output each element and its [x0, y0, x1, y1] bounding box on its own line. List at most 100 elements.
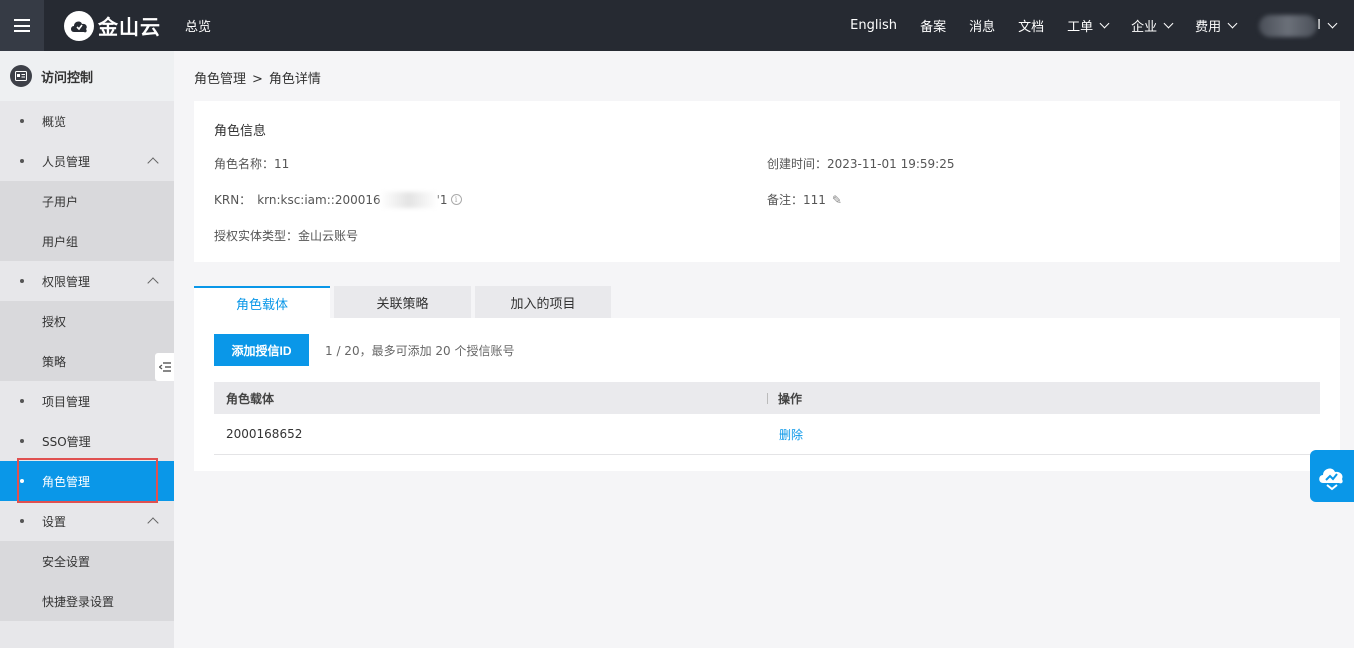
- sidebar-collapse-button[interactable]: [155, 353, 174, 381]
- ticket-label: 工单: [1067, 20, 1094, 35]
- breadcrumb-current: 角色详情: [268, 72, 321, 87]
- sidebar-title-text: 访问控制: [41, 70, 94, 86]
- chevron-up-icon: [147, 517, 159, 529]
- entity-type-value: 金山云账号: [298, 229, 359, 243]
- krn-value-prefix: krn:ksc:iam::200016: [257, 192, 381, 207]
- table-header: 角色载体 操作: [214, 382, 1320, 414]
- collapse-left-icon: [158, 362, 171, 372]
- cloud-logo-icon: [64, 10, 94, 41]
- breadcrumb: 角色管理 > 角色详情: [194, 68, 321, 87]
- krn-field: KRN： krn:ksc:iam::200016 '1 i: [214, 191, 462, 208]
- top-right-nav: English 备案 消息 文档 工单 企业 费用 I: [827, 0, 1338, 51]
- sidebar-item-label: 安全设置: [42, 554, 91, 569]
- sidebar-item-label: SSO管理: [42, 434, 91, 449]
- billing-dropdown[interactable]: 费用: [1195, 16, 1238, 35]
- sidebar-item-permission[interactable]: 权限管理: [0, 261, 174, 301]
- floating-service-button[interactable]: [1310, 450, 1354, 502]
- tab-joined-projects[interactable]: 加入的项目: [475, 286, 611, 318]
- language-label: English: [850, 18, 898, 33]
- sidebar-item-label: 概览: [42, 114, 67, 129]
- role-info-card: 角色信息 角色名称： 11 KRN： krn:ksc:iam::200016'1 i …: [194, 101, 1340, 262]
- sidebar-item-label: 授权: [42, 314, 67, 329]
- chevron-down-icon: [1099, 18, 1110, 29]
- table-row: 2000168652 删除: [214, 414, 1320, 455]
- delete-link[interactable]: 删除: [768, 426, 803, 443]
- sidebar-item-overview[interactable]: 概览: [0, 101, 174, 141]
- info-icon[interactable]: i: [450, 194, 462, 205]
- sidebar-item-security[interactable]: 安全设置: [0, 541, 174, 581]
- breadcrumb-parent[interactable]: 角色管理: [194, 72, 246, 87]
- bullet-icon: [20, 159, 24, 163]
- user-account-dropdown[interactable]: I: [1259, 14, 1338, 37]
- cloud-service-icon: [1319, 468, 1343, 491]
- chevron-down-icon: [1227, 18, 1238, 29]
- pencil-edit-icon[interactable]: ✎: [832, 193, 842, 207]
- role-name-field: 角色名称： 11: [214, 155, 289, 172]
- enterprise-dropdown[interactable]: 企业: [1131, 16, 1174, 35]
- role-carrier-panel: 添加授信ID 1 / 20，最多可添加 20 个授信账号 角色载体 操作 200…: [194, 318, 1340, 471]
- top-navigation-bar: 金山云 总览 English 备案 消息 文档 工单 企业 费用 I: [0, 0, 1354, 51]
- sidebar-item-sub-user[interactable]: 子用户: [0, 181, 174, 221]
- sidebar-item-label: 角色管理: [42, 474, 91, 489]
- sidebar-item-policy[interactable]: 策略: [0, 341, 174, 381]
- sidebar-item-user-group[interactable]: 用户组: [0, 221, 174, 261]
- brand-logo[interactable]: 金山云: [64, 10, 161, 41]
- add-trusted-id-button[interactable]: 添加授信ID: [214, 334, 309, 366]
- enterprise-label: 企业: [1131, 20, 1158, 35]
- entity-type-label: 授权实体类型：: [214, 229, 299, 243]
- role-info-title: 角色信息: [214, 124, 267, 139]
- carrier-count-text: 1 / 20，最多可添加 20 个授信账号: [325, 344, 515, 358]
- bullet-icon: [20, 479, 24, 483]
- docs-link[interactable]: 文档: [1018, 16, 1044, 35]
- chevron-down-icon: [1163, 18, 1174, 29]
- krn-label: KRN：: [214, 193, 252, 207]
- sidebar-item-people[interactable]: 人员管理: [0, 141, 174, 181]
- sidebar-title: 访问控制: [0, 51, 174, 101]
- ticket-dropdown[interactable]: 工单: [1067, 16, 1110, 35]
- bullet-icon: [20, 519, 24, 523]
- user-name-suffix: I: [1317, 18, 1321, 33]
- sidebar-item-label: 项目管理: [42, 394, 91, 409]
- sidebar-item-settings[interactable]: 设置: [0, 501, 174, 541]
- sidebar-item-authorize[interactable]: 授权: [0, 301, 174, 341]
- entity-type-field: 授权实体类型： 金山云账号: [214, 227, 358, 244]
- messages-link[interactable]: 消息: [969, 16, 995, 35]
- tab-role-carrier[interactable]: 角色载体: [194, 286, 330, 318]
- sidebar-item-label: 权限管理: [42, 274, 91, 289]
- messages-label: 消息: [969, 20, 996, 35]
- tab-attached-policies[interactable]: 关联策略: [334, 286, 471, 318]
- sidebar-item-sso[interactable]: SSO管理: [0, 421, 174, 461]
- icp-filing-link[interactable]: 备案: [920, 16, 946, 35]
- remark-field: 备注： 111 ✎: [767, 191, 842, 208]
- carrier-table: 角色载体 操作 2000168652 删除: [214, 382, 1320, 455]
- chevron-up-icon: [147, 157, 159, 169]
- sidebar: 访问控制 概览 人员管理 子用户 用户组 权限管理 授权 策略 项目管理 SSO…: [0, 51, 174, 648]
- id-card-icon: [10, 65, 32, 87]
- billing-label: 费用: [1195, 20, 1222, 35]
- language-switch[interactable]: English: [850, 18, 897, 33]
- sidebar-item-label: 设置: [42, 514, 67, 529]
- remark-label: 备注：: [767, 193, 804, 207]
- user-name-redacted: [1259, 14, 1318, 37]
- role-name-label: 角色名称：: [214, 157, 275, 171]
- krn-redacted: [380, 191, 437, 208]
- created-time-label: 创建时间：: [767, 157, 828, 171]
- sidebar-item-label: 人员管理: [42, 154, 91, 169]
- sidebar-item-quick-login[interactable]: 快捷登录设置: [0, 581, 174, 621]
- bullet-icon: [20, 279, 24, 283]
- bullet-icon: [20, 119, 24, 123]
- sidebar-item-label: 用户组: [42, 234, 79, 249]
- bullet-icon: [20, 439, 24, 443]
- krn-value-suffix: '1: [436, 192, 448, 207]
- sidebar-item-label: 快捷登录设置: [42, 594, 115, 609]
- remark-value: 111: [803, 192, 826, 207]
- detail-tabs: 角色载体 关联策略 加入的项目: [194, 286, 615, 318]
- role-name-value: 11: [274, 156, 290, 171]
- carrier-id-cell: 2000168652: [226, 427, 303, 441]
- sidebar-item-project[interactable]: 项目管理: [0, 381, 174, 421]
- hamburger-menu-button[interactable]: [0, 0, 44, 51]
- chevron-down-icon: [1327, 18, 1338, 29]
- icp-filing-label: 备案: [920, 20, 947, 35]
- sidebar-item-role[interactable]: 角色管理: [0, 461, 174, 501]
- overview-link[interactable]: 总览: [185, 16, 211, 35]
